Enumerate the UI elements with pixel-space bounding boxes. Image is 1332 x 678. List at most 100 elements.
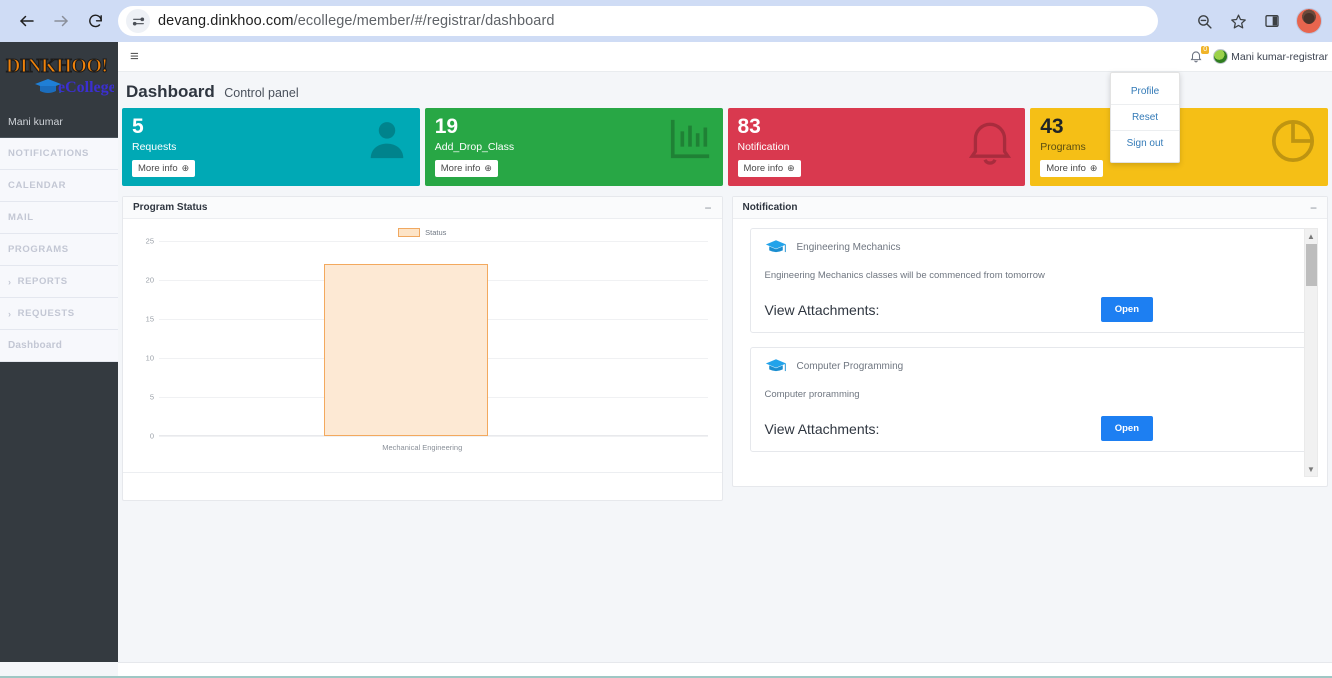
bar-chart-plot: 25 20 15 10 5 0 — [146, 237, 708, 441]
notification-item[interactable]: Computer Programming Computer proramming… — [749, 347, 1318, 452]
user-menu-button[interactable]: Mani kumar-registrar — [1213, 49, 1328, 64]
sidebar-item-label: NOTIFICATIONS — [8, 148, 89, 159]
sidebar-item-label: Dashboard — [8, 340, 63, 351]
dropdown-item-sign-out[interactable]: Sign out — [1111, 130, 1179, 156]
sidebar-item-dashboard[interactable]: Dashboard — [0, 330, 118, 362]
browser-toolbar: devang.dinkhoo.com/ecollege/member/#/reg… — [0, 0, 1332, 42]
y-tick-label: 25 — [145, 236, 154, 246]
reload-icon — [88, 14, 102, 27]
top-navigation-bar: ≡ 0 Mani kumar-registrar — [118, 42, 1332, 72]
view-attachments-label: View Attachments: — [764, 420, 880, 437]
panel-footer — [123, 472, 722, 500]
more-info-button[interactable]: More info ⊕ — [434, 160, 498, 178]
notification-message: Engineering Mechanics classes will be co… — [764, 270, 1045, 281]
address-bar[interactable]: devang.dinkhoo.com/ecollege/member/#/reg… — [118, 6, 1158, 36]
zoom-out-icon[interactable] — [1188, 5, 1220, 37]
view-attachments-label: View Attachments: — [764, 301, 880, 318]
minimize-icon[interactable]: − — [704, 202, 711, 214]
panel-header: Program Status − — [123, 197, 722, 219]
notification-course: Computer Programming — [796, 360, 904, 372]
back-button[interactable] — [10, 4, 44, 38]
arrow-circle-right-icon: ⊕ — [1089, 163, 1098, 174]
sidebar-item-requests[interactable]: › REQUESTS — [0, 298, 118, 330]
application-window: DINKHOO! eCollege Mani kumar NOTIFICATIO… — [0, 42, 1332, 678]
back-arrow-icon — [20, 15, 34, 27]
user-icon — [364, 116, 410, 167]
panel-title: Notification — [742, 202, 798, 213]
stat-card-notification[interactable]: 83 Notification More info ⊕ — [727, 108, 1026, 186]
more-info-button[interactable]: More info ⊕ — [737, 160, 801, 178]
open-attachment-button[interactable]: Open — [1100, 416, 1153, 441]
notifications-bell-button[interactable]: 0 — [1189, 45, 1210, 65]
topbar-right-actions: 0 Mani kumar-registrar — [1189, 45, 1332, 65]
topbar-username: Mani kumar-registrar — [1231, 50, 1328, 63]
more-info-label: More info — [440, 163, 481, 175]
svg-text:eCollege: eCollege — [58, 79, 114, 96]
scroll-down-icon[interactable]: ▼ — [1305, 463, 1317, 475]
bar-chart-icon — [667, 116, 713, 167]
sidebar-nav: NOTIFICATIONS CALENDAR MAIL PROGRAMS › R… — [0, 138, 118, 362]
more-info-button[interactable]: More info ⊕ — [132, 160, 196, 178]
sidebar-item-reports[interactable]: › REPORTS — [0, 266, 118, 298]
bell-icon — [965, 116, 1015, 171]
sidebar: DINKHOO! eCollege Mani kumar NOTIFICATIO… — [0, 42, 118, 662]
star-icon[interactable] — [1222, 5, 1254, 37]
x-axis-tick-label: Mechanical Engineering — [382, 443, 463, 452]
sidebar-item-mail[interactable]: MAIL — [0, 202, 118, 234]
sidebar-item-label: PROGRAMS — [8, 244, 69, 255]
sidebar-item-programs[interactable]: PROGRAMS — [0, 234, 118, 266]
panel-header: Notification − — [732, 197, 1327, 219]
sidebar-item-calendar[interactable]: CALENDAR — [0, 170, 118, 202]
url-text: devang.dinkhoo.com/ecollege/member/#/reg… — [158, 13, 555, 29]
forward-button[interactable] — [44, 4, 78, 38]
sidebar-item-notifications[interactable]: NOTIFICATIONS — [0, 138, 118, 170]
notification-course: Engineering Mechanics — [796, 241, 901, 253]
side-panel-icon[interactable] — [1256, 5, 1288, 37]
y-tick-label: 5 — [149, 392, 154, 402]
dinkhoo-ecollege-logo: DINKHOO! eCollege — [5, 54, 114, 96]
more-info-button[interactable]: More info ⊕ — [1040, 160, 1104, 178]
sidebar-item-label: MAIL — [8, 212, 34, 223]
y-tick-label: 0 — [149, 431, 154, 441]
bar-mechanical-engineering[interactable] — [323, 264, 489, 436]
scrollbar-thumb[interactable] — [1306, 244, 1317, 286]
scroll-up-icon[interactable]: ▲ — [1305, 230, 1317, 242]
chevron-right-icon: › — [8, 276, 12, 287]
minimize-icon[interactable]: − — [1310, 202, 1317, 214]
more-info-label: More info — [138, 163, 178, 175]
chart-legend: Status — [131, 225, 714, 239]
forward-arrow-icon — [54, 15, 68, 27]
open-attachment-button[interactable]: Open — [1100, 297, 1153, 322]
y-tick-label: 10 — [145, 353, 154, 363]
graduation-cap-icon — [765, 358, 787, 374]
user-dropdown-menu: Profile Reset Sign out — [1110, 72, 1180, 163]
stat-card-add-drop-class[interactable]: 19 Add_Drop_Class More info ⊕ — [424, 108, 723, 186]
url-path: /ecollege/member/#/registrar/dashboard — [293, 13, 555, 29]
more-info-label: More info — [743, 163, 784, 175]
arrow-circle-right-icon: ⊕ — [484, 163, 492, 174]
chart-area: Status 25 20 15 10 5 0 Mechanical Engine… — [123, 219, 722, 472]
page-subtitle: Control panel — [224, 86, 299, 100]
sidebar-item-label: REQUESTS — [17, 308, 75, 319]
reload-button[interactable] — [78, 4, 112, 38]
dropdown-item-profile[interactable]: Profile — [1111, 79, 1179, 104]
sidebar-item-label: CALENDAR — [8, 180, 67, 191]
page-title: Dashboard — [126, 82, 215, 101]
notification-message: Computer proramming — [764, 389, 860, 400]
stat-card-requests[interactable]: 5 Requests More info ⊕ — [122, 108, 420, 186]
notification-list-body: Engineering Mechanics Engineering Mechan… — [733, 219, 1328, 486]
graduation-cap-icon — [765, 239, 787, 255]
notification-header: Computer Programming — [765, 358, 1306, 374]
notification-footer: View Attachments: Open — [765, 297, 1306, 322]
notification-scrollbar[interactable]: ▲ ▼ — [1304, 228, 1318, 477]
profile-avatar[interactable] — [1296, 8, 1322, 34]
y-tick-label: 15 — [145, 314, 154, 324]
svg-text:DINKHOO!: DINKHOO! — [6, 55, 108, 77]
notification-item[interactable]: Engineering Mechanics Engineering Mechan… — [749, 228, 1318, 333]
notification-panel: Notification − Engineering Mechanics Eng… — [731, 196, 1328, 487]
dropdown-item-reset[interactable]: Reset — [1111, 104, 1179, 130]
site-settings-icon[interactable] — [126, 9, 150, 33]
brand-logo[interactable]: DINKHOO! eCollege — [0, 42, 118, 106]
menu-toggle-icon[interactable]: ≡ — [118, 49, 151, 64]
sidebar-user-name: Mani kumar — [0, 106, 118, 138]
